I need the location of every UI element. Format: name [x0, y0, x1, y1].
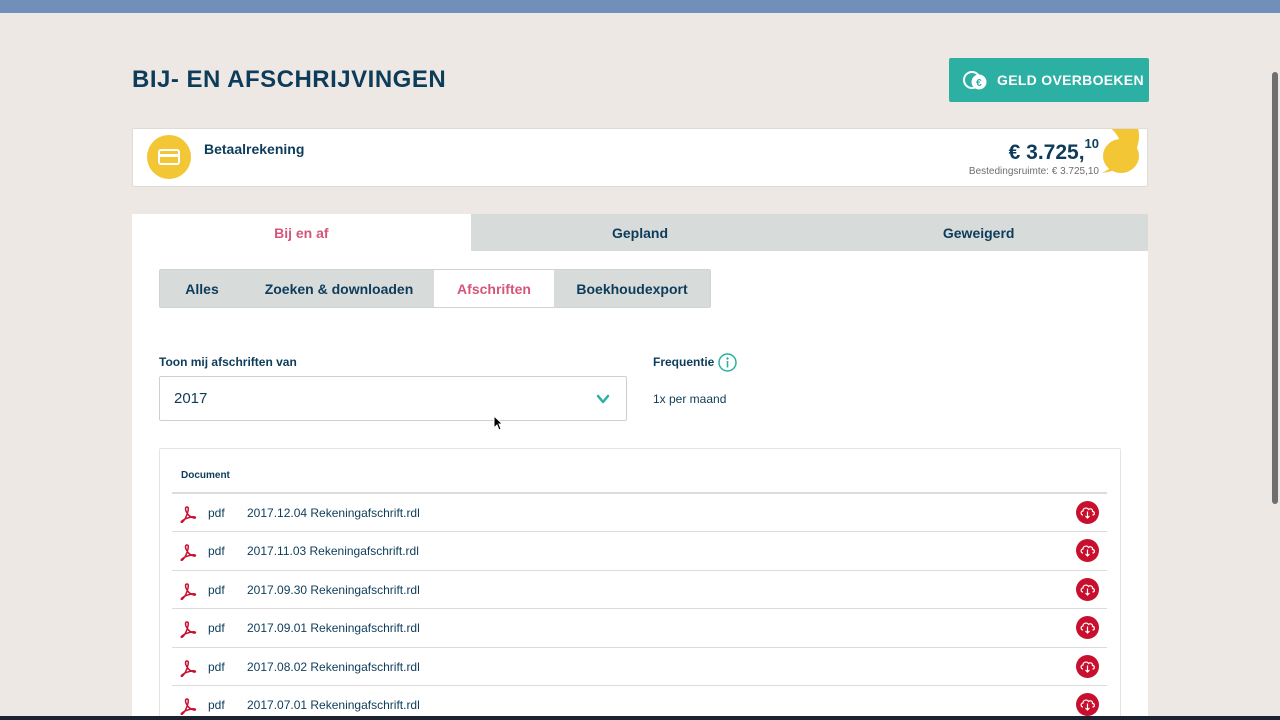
- browser-top-bar: [0, 0, 1280, 13]
- document-type: pdf: [208, 544, 225, 559]
- subtab-boekhoudexport[interactable]: Boekhoudexport: [554, 270, 710, 307]
- document-type: pdf: [208, 582, 225, 597]
- document-name[interactable]: 2017.09.01 Rekeningafschrift.rdl: [247, 621, 420, 635]
- transfer-money-button[interactable]: € GELD OVERBOEKEN: [949, 58, 1149, 102]
- euro-transfer-icon: €: [963, 71, 987, 90]
- subtab-zoeken-downloaden[interactable]: Zoeken & downloaden: [244, 270, 434, 307]
- pdf-icon: [180, 583, 197, 600]
- frequency-label: Frequentie: [653, 355, 715, 369]
- year-select-label: Toon mij afschriften van: [159, 355, 297, 369]
- pdf-icon: [180, 544, 197, 562]
- year-select[interactable]: 2017: [159, 376, 627, 421]
- year-select-value: 2017: [174, 390, 208, 407]
- account-card[interactable]: Betaalrekening € 3.725,10 Bestedingsruim…: [132, 128, 1148, 187]
- tab-geweigerd[interactable]: Geweigerd: [809, 214, 1149, 251]
- transactions-panel: Bij en af Gepland Geweigerd Alles Zoeken…: [132, 214, 1149, 720]
- decorative-blob-small: [1103, 139, 1139, 173]
- document-name[interactable]: 2017.09.30 Rekeningafschrift.rdl: [247, 583, 420, 597]
- cloud-download-icon[interactable]: [1076, 501, 1099, 524]
- chevron-down-icon: [596, 394, 610, 404]
- frequency-value: 1x per maand: [653, 392, 727, 406]
- documents-header: Document: [181, 470, 230, 481]
- document-row[interactable]: pdf 2017.07.01 Rekeningafschrift.rdl: [172, 686, 1107, 720]
- document-type: pdf: [208, 697, 225, 712]
- cloud-download-icon[interactable]: [1076, 539, 1099, 563]
- balance-main: € 3.725,: [1008, 141, 1085, 164]
- document-name[interactable]: 2017.07.01 Rekeningafschrift.rdl: [247, 698, 420, 712]
- tab-gepland[interactable]: Gepland: [470, 214, 810, 251]
- account-balance: € 3.725,10: [1008, 136, 1099, 165]
- info-icon[interactable]: [718, 353, 737, 372]
- page-scrollbar[interactable]: [1272, 72, 1278, 504]
- page-title: BIJ- EN AFSCHRIJVINGEN: [132, 66, 447, 93]
- document-row[interactable]: pdf 2017.11.03 Rekeningafschrift.rdl: [172, 532, 1107, 571]
- transfer-money-label: GELD OVERBOEKEN: [997, 72, 1144, 88]
- cloud-download-icon[interactable]: [1076, 654, 1099, 678]
- cloud-download-icon[interactable]: [1076, 577, 1099, 601]
- screen-bottom-edge: [0, 716, 1280, 720]
- cloud-download-icon[interactable]: [1076, 692, 1099, 716]
- document-row[interactable]: pdf 2017.09.01 Rekeningafschrift.rdl: [172, 609, 1107, 648]
- documents-table: Document pdf 2017.12.04 Rekeningafschrif…: [159, 448, 1121, 720]
- documents-rows: pdf 2017.12.04 Rekeningafschrift.rdl pdf…: [172, 494, 1107, 720]
- mouse-cursor-icon: [493, 415, 503, 431]
- document-row[interactable]: pdf 2017.12.04 Rekeningafschrift.rdl: [172, 494, 1107, 533]
- document-type: pdf: [208, 506, 225, 520]
- balance-cents: 10: [1084, 136, 1099, 151]
- document-name[interactable]: 2017.11.03 Rekeningafschrift.rdl: [247, 544, 419, 558]
- pdf-icon: [180, 698, 197, 715]
- document-row[interactable]: pdf 2017.09.30 Rekeningafschrift.rdl: [172, 571, 1107, 610]
- cloud-download-icon[interactable]: [1076, 616, 1099, 640]
- subtab-alles[interactable]: Alles: [160, 270, 244, 307]
- document-row[interactable]: pdf 2017.08.02 Rekeningafschrift.rdl: [172, 648, 1107, 686]
- document-name[interactable]: 2017.12.04 Rekeningafschrift.rdl: [247, 506, 420, 520]
- spending-room: Bestedingsruimte: € 3.725,10: [968, 166, 1099, 177]
- pdf-icon: [180, 659, 197, 677]
- document-type: pdf: [208, 659, 225, 674]
- pdf-icon: [180, 506, 197, 523]
- account-name: Betaalrekening: [204, 141, 305, 157]
- svg-text:€: €: [976, 78, 982, 89]
- pdf-icon: [180, 621, 197, 639]
- document-name[interactable]: 2017.08.02 Rekeningafschrift.rdl: [247, 660, 420, 674]
- sub-tabs: Alles Zoeken & downloaden Afschriften Bo…: [159, 269, 711, 308]
- main-tabs: Bij en af Gepland Geweigerd: [132, 214, 1149, 251]
- subtab-afschriften[interactable]: Afschriften: [434, 270, 554, 307]
- document-type: pdf: [208, 621, 225, 636]
- credit-card-icon: [147, 135, 191, 179]
- tab-bij-en-af[interactable]: Bij en af: [132, 214, 471, 251]
